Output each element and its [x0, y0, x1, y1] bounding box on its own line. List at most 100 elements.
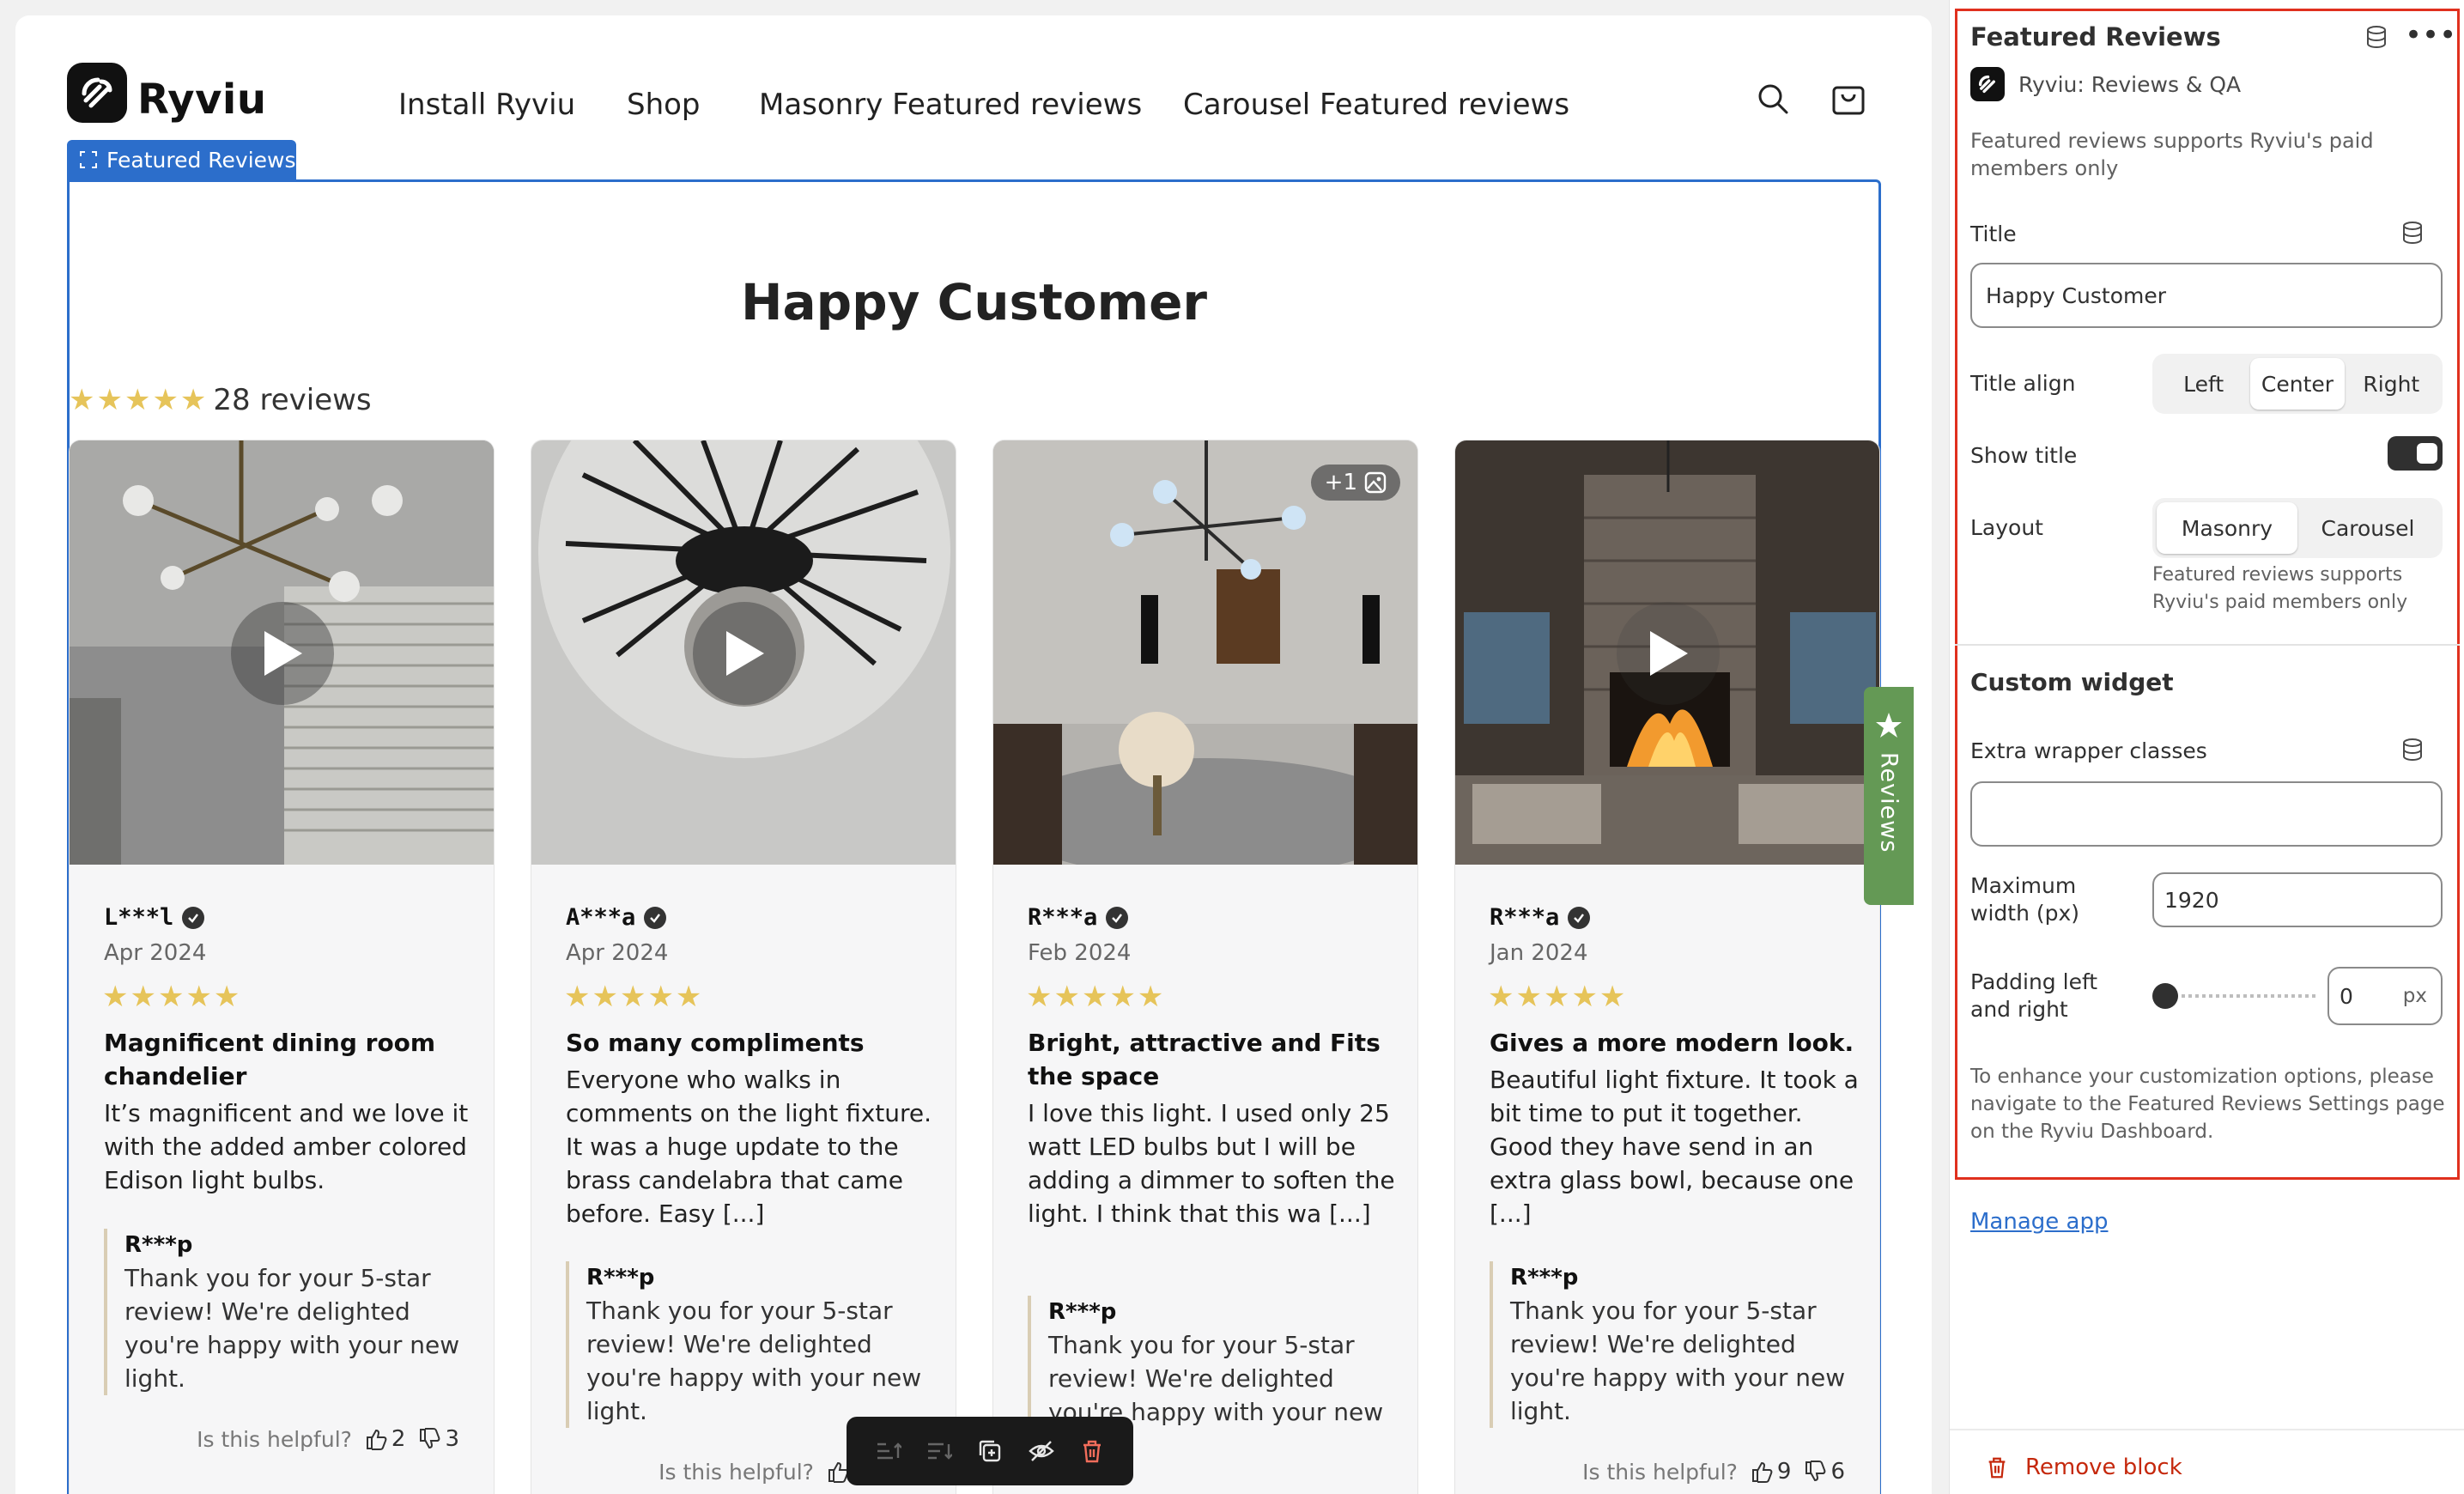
nav-masonry-featured-reviews[interactable]: Masonry Featured reviews: [759, 88, 1142, 122]
nav-install-ryviu[interactable]: Install Ryviu: [398, 88, 575, 122]
selection-frame-icon: [80, 151, 97, 168]
reviewer-name-text: A***a: [566, 904, 636, 931]
reviewer-name: R***a: [1028, 904, 1129, 931]
thumbs-up-button[interactable]: 2: [364, 1426, 406, 1452]
reviewer-name-text: R***a: [1028, 904, 1098, 931]
review-photo[interactable]: [70, 440, 494, 865]
review-stars: ★★★★★: [1026, 980, 1166, 1014]
review-stars: ★★★★★: [102, 980, 242, 1014]
database-icon[interactable]: [2400, 220, 2425, 246]
review-photo[interactable]: [1455, 440, 1879, 865]
reviews-floating-tab[interactable]: Reviews: [1864, 687, 1914, 905]
thumbs-down-icon: [1806, 1461, 1826, 1482]
helpful-label: Is this helpful?: [197, 1426, 352, 1452]
reply-author: R***p: [586, 1265, 655, 1291]
review-title: Magnificent dining room chandelier: [104, 1029, 436, 1090]
padding-input[interactable]: 0 px: [2327, 967, 2443, 1025]
title-align-right[interactable]: Right: [2345, 358, 2438, 410]
show-title-toggle[interactable]: [2388, 436, 2443, 471]
remove-block-button[interactable]: Remove block: [1984, 1455, 2182, 1480]
layout-carousel[interactable]: Carousel: [2297, 502, 2438, 554]
title-align-segmented: Left Center Right: [2152, 354, 2443, 414]
title-input[interactable]: Happy Customer: [1970, 263, 2443, 328]
thumbs-down-count: 6: [1830, 1459, 1845, 1485]
review-photo[interactable]: +1: [993, 440, 1417, 878]
reply-body: Thank you for your 5-star review! We're …: [586, 1297, 922, 1425]
nav-carousel-featured-reviews[interactable]: Carousel Featured reviews: [1183, 88, 1569, 122]
extra-classes-label: Extra wrapper classes: [1970, 738, 2207, 763]
review-body: Beautiful light fixture. It took a bit t…: [1490, 1066, 1859, 1228]
review-card[interactable]: L***l Apr 2024 ★★★★★ Magnificent dining …: [69, 440, 495, 1494]
search-icon[interactable]: [1751, 77, 1794, 120]
helpful-row: Is this helpful? 2 3: [197, 1426, 459, 1452]
database-icon[interactable]: [2364, 24, 2389, 50]
thumbs-down-button[interactable]: 3: [417, 1426, 459, 1452]
review-stars: ★★★★★: [1488, 980, 1628, 1014]
thumbs-up-button[interactable]: 9: [1750, 1459, 1791, 1485]
review-card[interactable]: R***a Jan 2024 ★★★★★ Gives a more modern…: [1454, 440, 1880, 1494]
play-video-icon[interactable]: [1617, 602, 1720, 705]
reply-body: Thank you for your 5-star review! We're …: [1048, 1331, 1384, 1426]
review-card[interactable]: A***a Apr 2024 ★★★★★ So many compliments…: [531, 440, 956, 1494]
settings-panel: Featured Reviews ••• Ryviu: Reviews & QA…: [1949, 0, 2464, 1494]
delete-icon[interactable]: [1073, 1432, 1111, 1470]
title-label: Title: [1970, 222, 2017, 246]
review-card[interactable]: +1 R***a Feb 2024 ★★★★★ Bright, attracti…: [992, 440, 1418, 1494]
title-align-center[interactable]: Center: [2250, 358, 2345, 410]
image-icon: [1364, 471, 1387, 494]
rating-summary: ★★★★★ 28 reviews: [69, 383, 372, 417]
thumbs-down-icon: [420, 1428, 440, 1449]
thumbs-down-button[interactable]: 6: [1803, 1459, 1845, 1485]
thumbs-up-count: 2: [391, 1426, 406, 1452]
more-options-icon[interactable]: •••: [2405, 21, 2456, 50]
verified-badge-icon: [182, 906, 205, 929]
review-stars: ★★★★★: [564, 980, 704, 1014]
summary-stars: ★★★★★: [69, 383, 209, 417]
nav-shop[interactable]: Shop: [627, 88, 701, 122]
max-width-input[interactable]: 1920: [2152, 872, 2443, 927]
padding-value: 0: [2340, 983, 2353, 1009]
section-selected-label[interactable]: Featured Reviews: [67, 140, 296, 179]
manage-app-link[interactable]: Manage app: [1970, 1209, 2108, 1235]
app-name: Ryviu: Reviews & QA: [2018, 72, 2242, 97]
slider-knob[interactable]: [2152, 983, 2178, 1009]
reply-author: R***p: [1048, 1299, 1117, 1325]
review-date: Feb 2024: [1028, 940, 1132, 966]
ryviu-logo-icon[interactable]: [67, 63, 127, 123]
layout-masonry[interactable]: Masonry: [2157, 502, 2297, 554]
review-date: Apr 2024: [104, 940, 207, 966]
review-photo[interactable]: [531, 440, 956, 865]
title-align-left[interactable]: Left: [2157, 358, 2250, 410]
reviews-tab-label: Reviews: [1875, 752, 1903, 853]
reviewer-name-text: L***l: [104, 904, 174, 931]
max-width-label: Maximum width (px): [1970, 873, 2080, 926]
section-selected-label-text: Featured Reviews: [106, 147, 296, 173]
custom-widget-heading: Custom widget: [1970, 668, 2174, 696]
database-icon[interactable]: [2400, 737, 2425, 762]
play-video-icon[interactable]: [231, 602, 334, 705]
play-video-icon[interactable]: [693, 602, 796, 705]
reply-body: Thank you for your 5-star review! We're …: [1510, 1297, 1846, 1425]
extra-classes-input[interactable]: [1970, 781, 2443, 847]
hide-icon[interactable]: [1023, 1432, 1060, 1470]
trash-icon: [1988, 1457, 2006, 1479]
thumbs-down-count: 3: [445, 1426, 459, 1452]
reply-author: R***p: [124, 1232, 193, 1258]
brand-name[interactable]: Ryviu: [137, 76, 267, 124]
show-title-label: Show title: [1970, 443, 2078, 468]
padding-slider[interactable]: [2152, 981, 2317, 1011]
move-up-icon[interactable]: [869, 1432, 907, 1470]
verified-badge-icon: [1568, 906, 1591, 929]
remove-block-label: Remove block: [2025, 1455, 2182, 1480]
panel-heading: Featured Reviews: [1970, 22, 2221, 52]
review-body: It’s magnificent and we love it with the…: [104, 1099, 469, 1194]
padding-unit: px: [2402, 985, 2427, 1007]
padding-label: Padding left and right: [1970, 969, 2098, 1022]
cart-icon[interactable]: [1827, 77, 1870, 120]
helpful-label: Is this helpful?: [1582, 1459, 1738, 1485]
move-down-icon[interactable]: [919, 1432, 957, 1470]
reviewer-name-text: R***a: [1490, 904, 1560, 931]
app-logo-icon: [1970, 67, 2005, 101]
dashboard-hint: To enhance your customization options, p…: [1970, 1066, 2445, 1143]
duplicate-icon[interactable]: [971, 1432, 1009, 1470]
